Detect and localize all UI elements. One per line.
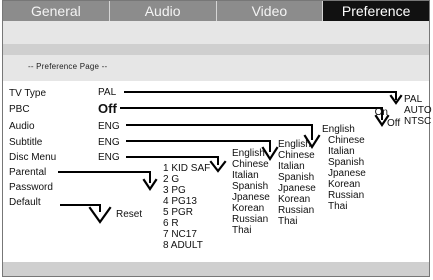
option-chinese[interactable]: Chinese <box>232 159 270 170</box>
pbc-options: On <box>372 107 388 118</box>
option-korean[interactable]: Korean <box>325 179 366 190</box>
option-spanish[interactable]: Spanish <box>325 157 366 168</box>
option-jpanese[interactable]: Jpanese <box>278 183 316 194</box>
option-on[interactable]: On <box>372 107 388 118</box>
option-korean[interactable]: Korean <box>232 203 270 214</box>
option-rating-3[interactable]: 3 PG <box>163 185 210 196</box>
connector-lines <box>58 91 403 224</box>
option-russian[interactable]: Russian <box>278 205 316 216</box>
option-spanish[interactable]: Spanish <box>278 172 316 183</box>
tv-type-options: PAL AUTO NTSC <box>404 94 432 127</box>
option-thai[interactable]: Thai <box>232 225 270 236</box>
option-italian[interactable]: Italian <box>278 161 316 172</box>
option-rating-5[interactable]: 5 PGR <box>163 207 210 218</box>
option-english[interactable]: English <box>278 139 316 150</box>
option-chinese[interactable]: Chinese <box>325 135 366 146</box>
option-english[interactable]: English <box>232 148 270 159</box>
reset-option[interactable]: Reset <box>116 209 142 220</box>
pbc-options-off: Off <box>387 118 400 129</box>
option-italian[interactable]: Italian <box>232 170 270 181</box>
option-pal[interactable]: PAL <box>404 94 432 105</box>
subtitle-options: English Chinese Italian Spanish Jpanese … <box>278 139 316 227</box>
option-chinese[interactable]: Chinese <box>278 150 316 161</box>
option-auto[interactable]: AUTO <box>404 105 432 116</box>
option-ntsc[interactable]: NTSC <box>404 116 432 127</box>
option-russian[interactable]: Russian <box>232 214 270 225</box>
option-off[interactable]: Off <box>387 118 400 129</box>
option-rating-8[interactable]: 8 ADULT <box>163 240 210 251</box>
option-rating-6[interactable]: 6 R <box>163 218 210 229</box>
option-rating-2[interactable]: 2 G <box>163 174 210 185</box>
option-russian[interactable]: Russian <box>325 190 366 201</box>
disc-menu-options: English Chinese Italian Spanish Jpanese … <box>232 148 270 236</box>
option-jpanese[interactable]: Jpanese <box>232 192 270 203</box>
option-spanish[interactable]: Spanish <box>232 181 270 192</box>
option-rating-1[interactable]: 1 KID SAF <box>163 163 210 174</box>
parental-options: 1 KID SAF 2 G 3 PG 4 PG13 5 PGR 6 R 7 NC… <box>163 163 210 251</box>
option-jpanese[interactable]: Jpanese <box>325 168 366 179</box>
option-thai[interactable]: Thai <box>325 201 366 212</box>
default-options: Reset <box>116 209 142 220</box>
option-english[interactable]: English <box>322 124 366 135</box>
option-rating-4[interactable]: 4 PG13 <box>163 196 210 207</box>
option-korean[interactable]: Korean <box>278 194 316 205</box>
audio-options: English Chinese Italian Spanish Jpanese … <box>322 124 366 212</box>
option-thai[interactable]: Thai <box>278 216 316 227</box>
option-italian[interactable]: Italian <box>325 146 366 157</box>
option-rating-7[interactable]: 7 NC17 <box>163 229 210 240</box>
